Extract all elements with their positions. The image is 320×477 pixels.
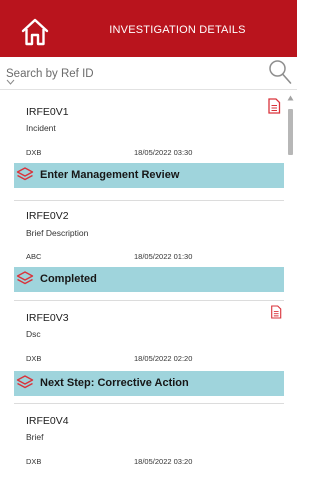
layers-icon: [16, 167, 34, 181]
record-code: ABC: [26, 252, 42, 261]
record-subtitle: Brief Description: [26, 228, 89, 238]
ref-id: IRFE0V2: [26, 210, 69, 222]
record-subtitle: Dsc: [26, 329, 41, 339]
list-item[interactable]: IRFE0V3 Dsc DXB 18/05/2022 02:20 Next St…: [14, 301, 284, 401]
ref-id: IRFE0V1: [26, 106, 69, 118]
home-icon[interactable]: [20, 17, 50, 47]
record-datetime: 18/05/2022 03:30: [134, 148, 193, 157]
list-item[interactable]: IRFE0V1 Incident DXB 18/05/2022 03:30 En…: [14, 95, 284, 199]
status-text: Enter Management Review: [40, 169, 180, 181]
search-input[interactable]: [6, 65, 246, 83]
scroll-thumb[interactable]: [288, 109, 293, 155]
document-icon[interactable]: [267, 98, 281, 114]
layers-icon: [16, 271, 34, 285]
search-bar: [0, 57, 297, 90]
list-item[interactable]: IRFE0V2 Brief Description ABC 18/05/2022…: [14, 201, 284, 298]
record-datetime: 18/05/2022 01:30: [134, 252, 193, 261]
record-code: DXB: [26, 354, 42, 363]
status-text: Next Step: Corrective Action: [40, 377, 189, 389]
layers-icon: [16, 375, 34, 389]
chevron-down-icon[interactable]: [6, 79, 15, 85]
scroll-up-arrow-icon[interactable]: [287, 95, 294, 101]
record-subtitle: Brief: [26, 432, 44, 442]
record-datetime: 18/05/2022 02:20: [134, 354, 193, 363]
record-subtitle: Incident: [26, 123, 56, 133]
scrollbar[interactable]: [286, 95, 295, 477]
status-bar: Completed: [14, 267, 284, 292]
record-datetime: 18/05/2022 03:20: [134, 457, 193, 466]
list-item[interactable]: IRFE0V4 Brief DXB 18/05/2022 03:20: [14, 404, 284, 477]
status-bar: Enter Management Review: [14, 163, 284, 188]
status-bar: Next Step: Corrective Action: [14, 371, 284, 396]
ref-id: IRFE0V3: [26, 312, 69, 324]
investigation-list: IRFE0V1 Incident DXB 18/05/2022 03:30 En…: [0, 91, 297, 477]
search-icon[interactable]: [268, 59, 292, 85]
document-icon[interactable]: [270, 305, 282, 319]
record-code: DXB: [26, 457, 42, 466]
ref-id: IRFE0V4: [26, 415, 69, 427]
record-code: DXB: [26, 148, 42, 157]
status-text: Completed: [40, 273, 97, 285]
page-title: INVESTIGATION DETAILS: [109, 24, 246, 36]
